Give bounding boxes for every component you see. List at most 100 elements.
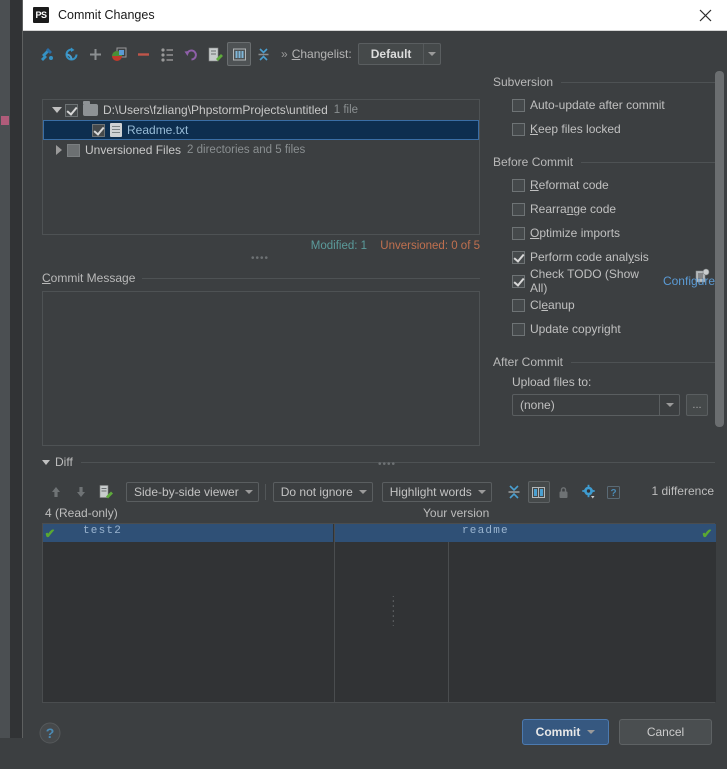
next-difference-button[interactable] [70, 481, 92, 503]
upload-target-combo[interactable]: (none) [512, 394, 680, 416]
before-commit-rule [581, 161, 715, 163]
svg-text:?: ? [46, 725, 55, 741]
cleanup-checkbox[interactable]: Cleanup [493, 293, 715, 317]
changelist-path-label: D:\Users\fzliang\PhpstormProjects\untitl… [103, 103, 328, 117]
file-checkbox-readme[interactable] [92, 123, 105, 137]
checkbox-box [512, 322, 525, 336]
footer-buttons: Commit Cancel [514, 707, 714, 757]
upload-row: (none) ... [493, 394, 715, 416]
commit-changes-dialog: PS Commit Changes » Changelist: Default … [22, 0, 727, 745]
window-title: Commit Changes [58, 8, 155, 22]
ide-marker [1, 116, 9, 125]
chevron-right-icon [56, 145, 62, 155]
tree-message-splitter[interactable]: •••• [251, 253, 269, 264]
add-icon-button[interactable] [83, 42, 107, 66]
unversioned-checkbox[interactable] [67, 143, 80, 157]
root-checkbox[interactable] [65, 103, 78, 117]
chevron-down-icon [244, 490, 253, 494]
arrow-down-icon [77, 487, 85, 497]
after-commit-section-header: After Commit [493, 355, 715, 369]
diff-settings-button[interactable] [578, 481, 600, 503]
title-bar: PS Commit Changes [23, 0, 727, 31]
chevron-down-icon [587, 730, 596, 734]
whitespace-mode-select[interactable]: Do not ignore [272, 482, 373, 502]
accept-right-gutter[interactable]: ✔ [700, 524, 714, 542]
check-todo-checkbox[interactable]: Check TODO (Show All) Configure [493, 267, 715, 295]
commit-message-rule [142, 277, 480, 279]
accept-left-icon: ✔ [44, 525, 56, 541]
upload-dropdown-arrow[interactable] [659, 395, 679, 415]
diff-help-button[interactable]: ? [603, 481, 625, 503]
options-panel-scrollbar[interactable] [715, 71, 724, 449]
chevron-down-icon [358, 490, 367, 494]
collapse-unchanged-icon [508, 485, 520, 499]
expand-collapse-icon-button[interactable] [251, 42, 275, 66]
rearrange-code-checkbox[interactable]: Rearrange code [493, 197, 715, 221]
diff-splitter-grip[interactable]: •••• [378, 459, 396, 470]
diff-right-line-text: readme [462, 525, 509, 537]
diff-toolbar: Side-by-side viewer Do not ignore Highli… [45, 480, 717, 504]
file-icon [110, 123, 122, 137]
svg-text:?: ? [611, 488, 617, 499]
diff-left-pane[interactable]: ✔ test2 [43, 524, 333, 702]
unversioned-count: 2 directories and 5 files [187, 144, 306, 156]
minus-icon [137, 52, 149, 56]
changes-toolbar: » Changelist: Default [35, 41, 715, 67]
close-button[interactable] [683, 0, 727, 30]
plus-icon [89, 48, 101, 60]
changelist-root-row[interactable]: D:\Users\fzliang\PhpstormProjects\untitl… [43, 100, 479, 120]
move-to-changelist-icon-button[interactable] [107, 42, 131, 66]
refresh-icon-button[interactable] [59, 42, 83, 66]
remove-icon-button[interactable] [131, 42, 155, 66]
options-panel: Subversion Auto-update after commit Keep… [493, 75, 715, 416]
check-todo-label: Check TODO (Show All) [530, 267, 639, 295]
read-only-lock-icon [559, 486, 568, 498]
changelist-dropdown-arrow[interactable] [423, 44, 440, 64]
unversioned-count-label: Unversioned: 0 of 5 [380, 240, 480, 252]
edit-source-icon-button[interactable] [203, 42, 227, 66]
rearrange-code-label: Rearrange code [530, 202, 617, 216]
changes-tree[interactable]: D:\Users\fzliang\PhpstormProjects\untitl… [42, 99, 480, 235]
expander-toggle[interactable] [49, 107, 65, 113]
update-copyright-checkbox[interactable]: Update copyright [493, 317, 715, 341]
scrollbar-thumb[interactable] [715, 71, 724, 427]
reformat-code-checkbox[interactable]: Reformat code [493, 173, 715, 197]
subversion-rule [561, 81, 715, 83]
unversioned-files-row[interactable]: Unversioned Files 2 directories and 5 fi… [43, 140, 479, 160]
edit-source-button[interactable] [95, 481, 117, 503]
diff-viewer-mode-select[interactable]: Side-by-side viewer [126, 482, 259, 502]
upload-browse-button[interactable]: ... [686, 394, 708, 416]
collapse-unchanged-button[interactable] [503, 481, 525, 503]
highlight-mode-select[interactable]: Highlight words [381, 482, 492, 502]
perform-code-analysis-checkbox[interactable]: Perform code analysis [493, 245, 715, 269]
commit-button[interactable]: Commit [522, 719, 609, 745]
optimize-imports-checkbox[interactable]: Optimize imports [493, 221, 715, 245]
checkbox-box [512, 274, 525, 288]
file-row-readme[interactable]: Readme.txt [43, 120, 479, 140]
configure-todo-link[interactable]: Configure [663, 274, 715, 288]
synchronize-scroll-button[interactable] [527, 481, 550, 503]
revert-icon-button[interactable] [179, 42, 203, 66]
accept-change-gutter[interactable]: ✔ [43, 524, 57, 542]
toolbar-overflow-button[interactable]: » [275, 47, 292, 61]
optimize-imports-label: Optimize imports [530, 226, 621, 240]
changelist-combo[interactable]: Default [357, 43, 442, 65]
auto-update-after-commit-checkbox[interactable]: Auto-update after commit [493, 93, 715, 117]
diff-right-pane[interactable]: readme ✔ [450, 524, 716, 702]
show-diff-icon-button[interactable] [35, 42, 59, 66]
cancel-button[interactable]: Cancel [619, 719, 712, 745]
auto-update-label: Auto-update after commit [530, 98, 665, 112]
diff-right-header: Your version [423, 506, 490, 520]
group-by-directory-icon-button[interactable] [227, 42, 251, 66]
read-only-lock-button[interactable] [553, 481, 575, 503]
commit-message-label: Commit Message [42, 271, 136, 285]
commit-message-input[interactable] [42, 291, 480, 446]
upload-files-label: Upload files to: [512, 375, 592, 389]
chevron-down-icon [477, 490, 486, 494]
keep-files-locked-checkbox[interactable]: Keep files locked [493, 117, 715, 141]
previous-difference-button[interactable] [45, 481, 67, 503]
unversioned-expander-toggle[interactable] [51, 145, 67, 155]
undo-icon [184, 49, 197, 60]
group-by-icon-button[interactable] [155, 42, 179, 66]
help-button[interactable]: ? [38, 721, 62, 745]
